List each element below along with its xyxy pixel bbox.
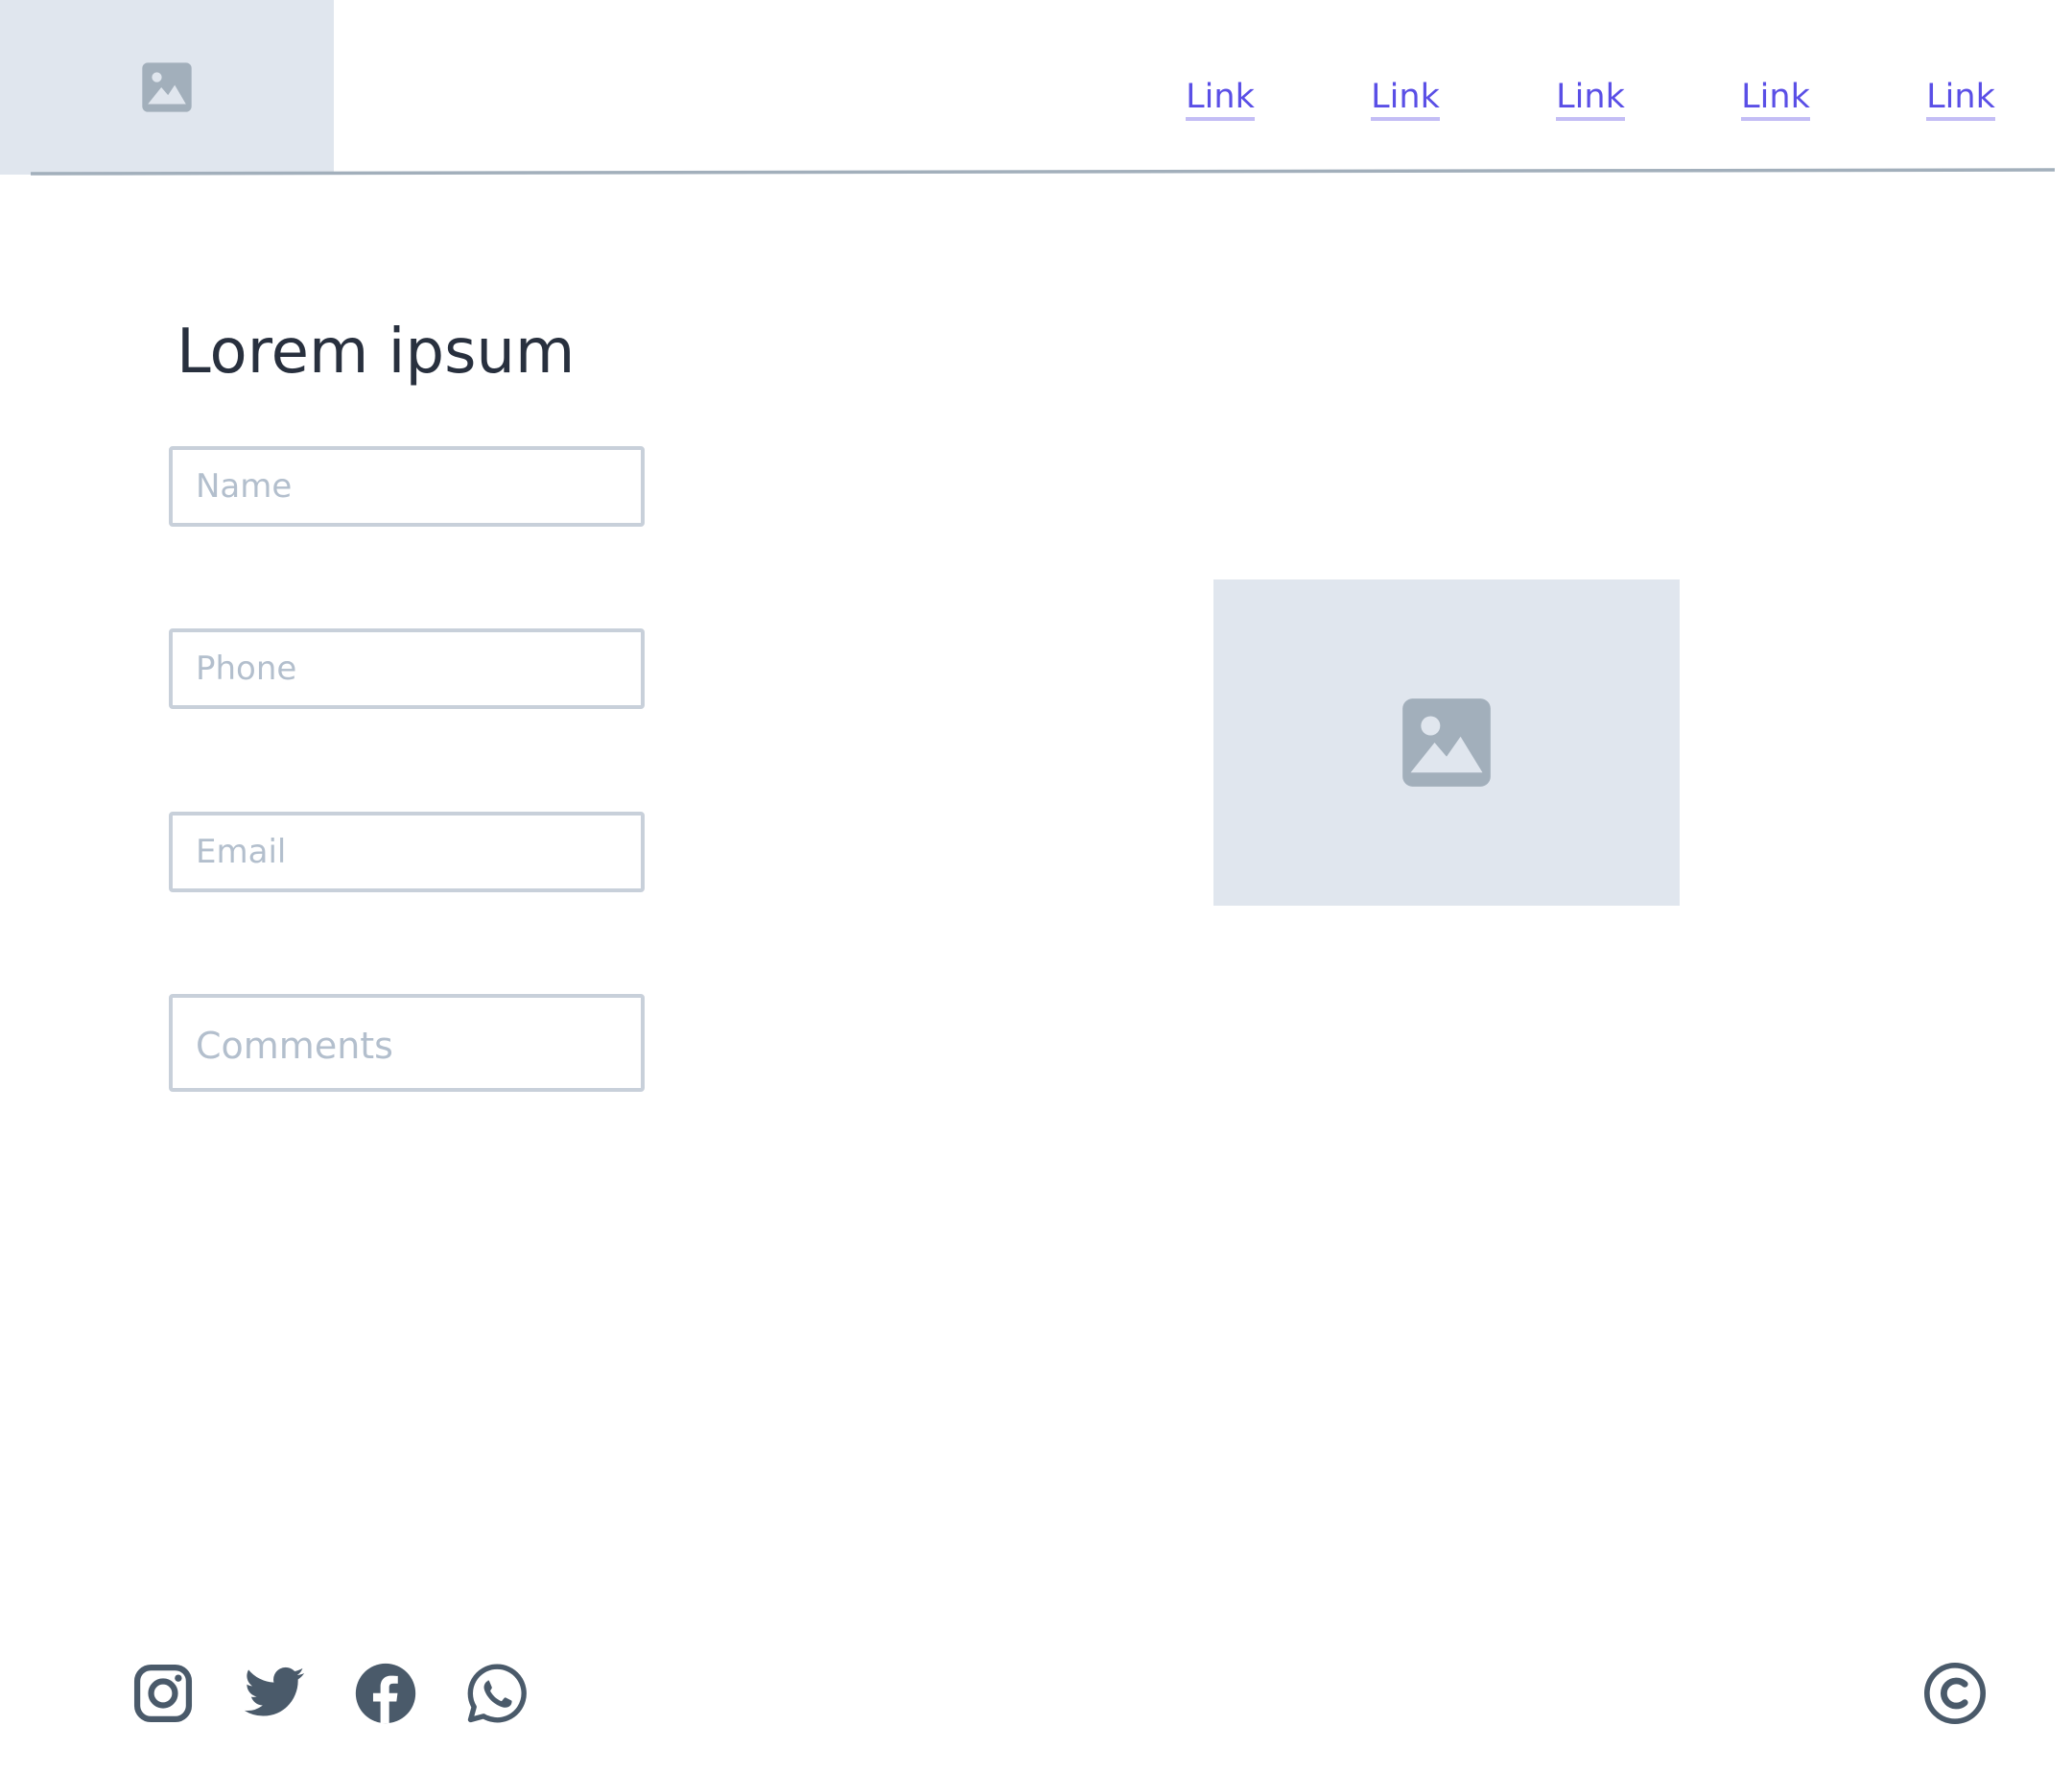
nav-link-4[interactable]: Link xyxy=(1718,73,1833,121)
nav-link-5[interactable]: Link xyxy=(1903,73,2018,121)
hero-image xyxy=(1213,579,1680,906)
whatsapp-link[interactable] xyxy=(464,1661,530,1726)
nav-link-1[interactable]: Link xyxy=(1163,73,1278,121)
main-nav: Link Link Link Link Link xyxy=(1163,73,2026,127)
whatsapp-icon xyxy=(467,1664,527,1723)
twitter-link[interactable] xyxy=(242,1661,307,1726)
comments-field[interactable] xyxy=(169,994,645,1092)
name-field[interactable] xyxy=(169,446,645,527)
header-divider xyxy=(30,168,2056,176)
phone-field[interactable] xyxy=(169,628,645,709)
logo[interactable] xyxy=(0,0,334,175)
instagram-link[interactable] xyxy=(130,1661,196,1726)
twitter-icon xyxy=(244,1667,305,1716)
copyright-notice xyxy=(1922,1661,1988,1726)
instagram-icon xyxy=(133,1664,193,1723)
facebook-link[interactable] xyxy=(353,1661,418,1726)
nav-link-3[interactable]: Link xyxy=(1533,73,1648,121)
facebook-icon xyxy=(355,1663,416,1724)
nav-link-2[interactable]: Link xyxy=(1348,73,1463,121)
image-placeholder-icon xyxy=(142,62,192,112)
copyright-icon xyxy=(1923,1662,1987,1725)
page-title: Lorem ipsum xyxy=(177,317,576,388)
email-field[interactable] xyxy=(169,812,645,892)
image-placeholder-icon xyxy=(1402,698,1491,787)
